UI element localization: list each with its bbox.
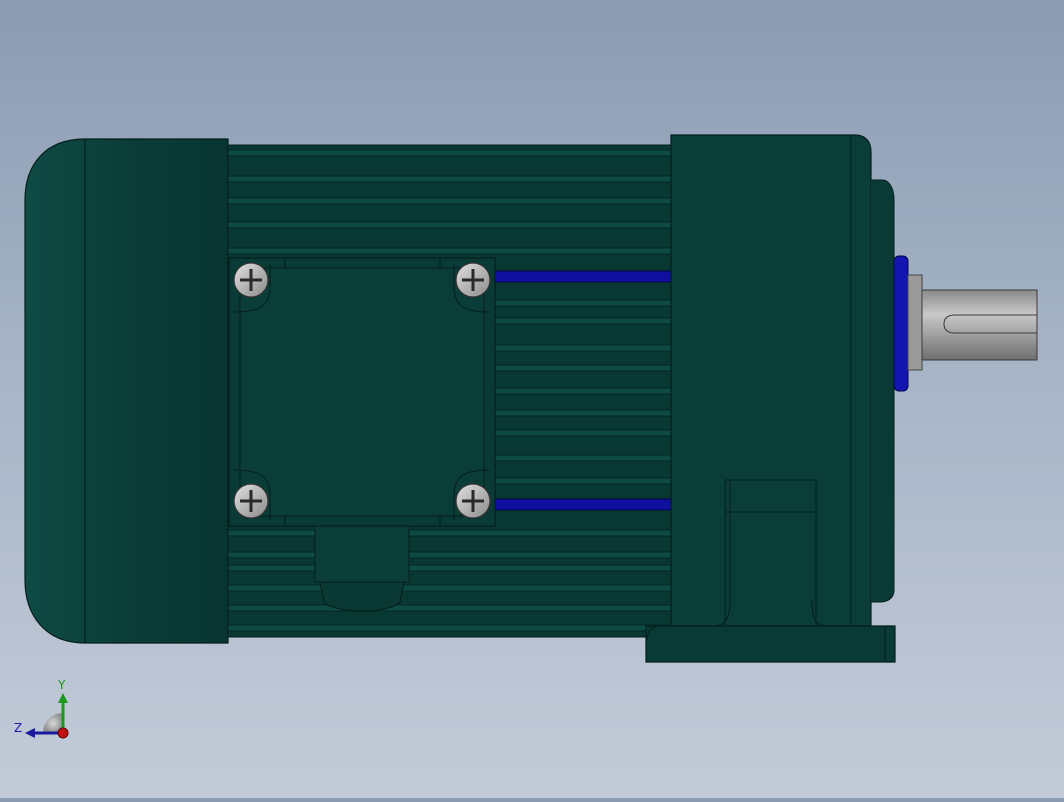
cad-viewport[interactable]: Y Z	[0, 0, 1064, 798]
cooling-fin	[494, 299, 674, 307]
cooling-fin	[494, 477, 674, 485]
cooling-fin	[494, 344, 674, 352]
cooling-fin	[494, 429, 674, 437]
cooling-fin	[494, 409, 674, 417]
cooling-fin	[227, 624, 674, 632]
cooling-fin	[494, 317, 674, 325]
cooling-fin	[494, 387, 674, 395]
cooling-fin	[494, 454, 674, 462]
z-axis-label: Z	[14, 721, 23, 735]
blue-stripe-top	[494, 270, 674, 283]
output-seal	[893, 255, 923, 392]
cooling-fin	[227, 197, 674, 205]
cooling-fin	[227, 175, 674, 183]
motor-model[interactable]	[0, 0, 1064, 798]
cooling-fin	[227, 584, 674, 592]
axis-triad: Y Z	[10, 675, 80, 745]
cooling-fin	[494, 364, 674, 372]
cooling-fin	[227, 529, 674, 537]
cooling-fin	[227, 221, 674, 229]
cooling-fin	[227, 551, 674, 559]
rear-end-cap	[24, 138, 229, 644]
cooling-fin	[227, 149, 674, 157]
gearbox-housing	[670, 134, 895, 631]
cable-gland	[314, 525, 410, 612]
terminal-box	[228, 257, 496, 527]
cooling-fin	[227, 604, 674, 612]
y-axis-label: Y	[58, 678, 66, 692]
screw-top-right	[455, 262, 491, 298]
cooling-fin	[227, 564, 674, 572]
output-shaft	[921, 289, 1038, 361]
screw-top-left	[233, 262, 269, 298]
x-axis-origin	[57, 727, 69, 739]
blue-stripe-bottom	[494, 498, 674, 511]
screw-bottom-right	[455, 483, 491, 519]
cooling-fin	[227, 247, 674, 255]
screw-bottom-left	[233, 483, 269, 519]
